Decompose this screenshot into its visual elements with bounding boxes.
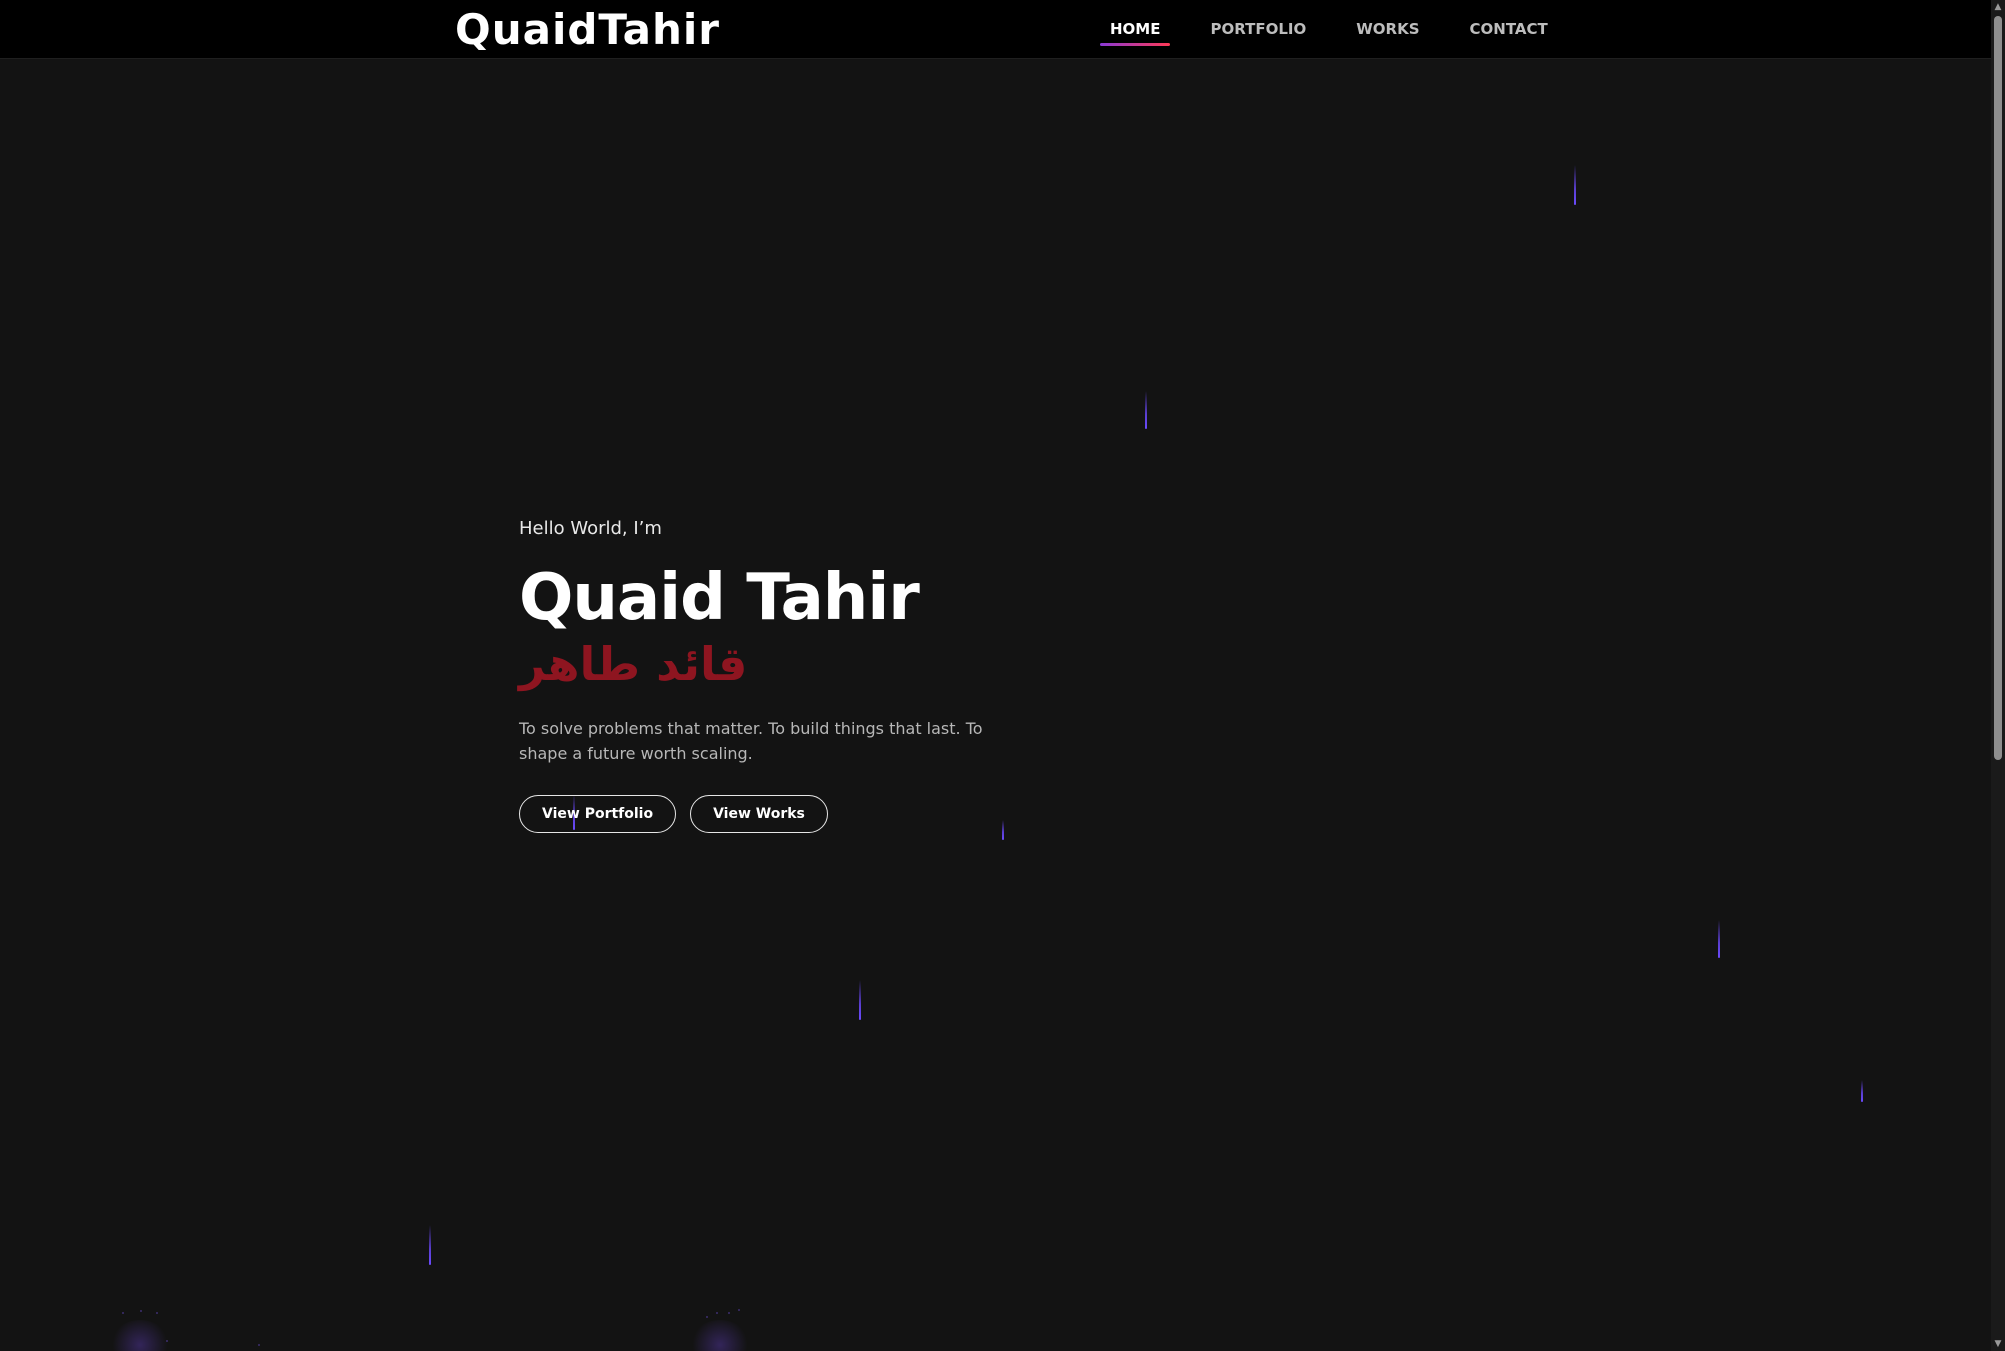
nav-item-contact[interactable]: CONTACT <box>1470 0 1548 58</box>
splash-dot <box>166 1340 168 1342</box>
rain-streak <box>1145 391 1147 429</box>
splash-glow <box>110 1320 170 1351</box>
nav-item-works[interactable]: WORKS <box>1356 0 1419 58</box>
splash-dot <box>156 1312 158 1314</box>
rain-streak <box>1718 920 1720 958</box>
hero-tagline: To solve problems that matter. To build … <box>519 719 983 763</box>
nav-item-portfolio[interactable]: PORTFOLIO <box>1210 0 1306 58</box>
splash-dot <box>738 1309 740 1311</box>
hero-greeting: Hello World, I’m <box>519 518 662 539</box>
splash-dot <box>728 1312 730 1314</box>
brand-logo[interactable]: QuaidTahir <box>455 4 720 56</box>
hero-arabic-name: قائد طاهر <box>519 637 748 691</box>
hero-buttons: View Portfolio View Works <box>519 795 1079 833</box>
splash-dot <box>258 1344 260 1346</box>
splash-dot <box>706 1316 708 1318</box>
splash-glow <box>690 1320 750 1351</box>
splash-dot <box>716 1312 718 1314</box>
rain-streak <box>859 980 861 1020</box>
splash-dot <box>122 1312 124 1314</box>
scroll-up-arrow-icon[interactable]: ▲ <box>1991 0 2005 14</box>
view-portfolio-button[interactable]: View Portfolio <box>519 795 677 833</box>
page: QuaidTahir HOME PORTFOLIO WORKS CONTACT … <box>0 0 2005 1351</box>
page-scrollbar[interactable]: ▲ ▼ <box>1991 0 2005 1351</box>
splash-dot <box>140 1310 142 1312</box>
rain-streak <box>1574 165 1576 205</box>
nav-item-home[interactable]: HOME <box>1099 0 1172 58</box>
scrollbar-thumb[interactable] <box>1994 16 2002 760</box>
site-header: QuaidTahir HOME PORTFOLIO WORKS CONTACT <box>0 0 1991 59</box>
main-nav: HOME PORTFOLIO WORKS CONTACT <box>1099 0 1598 58</box>
view-works-button[interactable]: View Works <box>690 795 828 833</box>
scroll-down-arrow-icon[interactable]: ▼ <box>1991 1337 2005 1351</box>
hero-section: Hello World, I’m Quaid Tahir قائد طاهر T… <box>519 518 1079 833</box>
rain-streak <box>429 1225 431 1265</box>
hero-name: Quaid Tahir <box>519 561 920 635</box>
rain-streak <box>1861 1080 1863 1102</box>
